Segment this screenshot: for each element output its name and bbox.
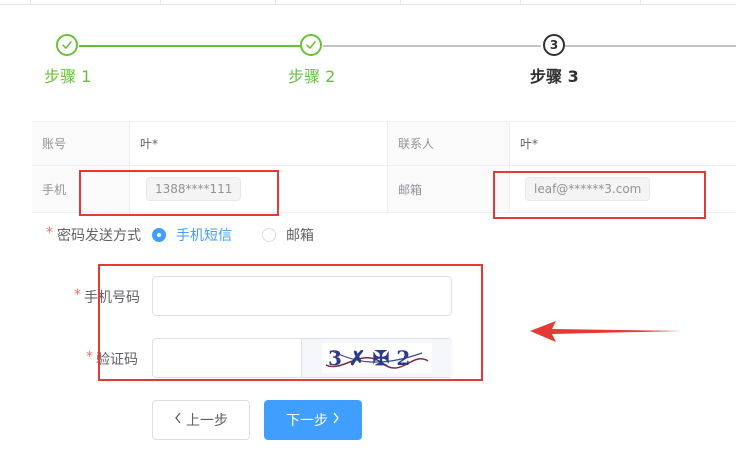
step-connector-2 (323, 45, 541, 47)
steps: 3 步骤 1 步骤 2 步骤 3 (0, 0, 736, 100)
annotation-box-email (493, 171, 706, 219)
email-label: 邮箱 (388, 166, 510, 213)
annotation-arrow-icon (530, 321, 682, 342)
chevron-right-icon (332, 412, 340, 428)
method-required-mark: * (46, 225, 53, 241)
account-label: 账号 (32, 122, 130, 166)
radio-email[interactable] (262, 228, 276, 242)
account-value: 叶* (130, 122, 388, 166)
radio-sms-label[interactable]: 手机短信 (176, 225, 232, 245)
step-2-check-icon (300, 34, 322, 56)
step-3-title: 步骤 3 (530, 67, 579, 86)
step-connector-3 (565, 45, 736, 47)
step-1-title: 步骤 1 (44, 67, 92, 86)
step-connector-1 (79, 45, 300, 47)
step-1-check-icon (56, 34, 78, 56)
prev-step-button[interactable]: 上一步 (152, 400, 250, 440)
contact-value: 叶* (510, 122, 736, 166)
chevron-left-icon (174, 412, 182, 428)
phone-required-mark: * (74, 287, 81, 303)
radio-sms[interactable] (152, 228, 166, 242)
annotation-box-form (98, 264, 483, 381)
prev-step-label: 上一步 (186, 413, 228, 429)
method-label: 密码发送方式 (57, 228, 141, 244)
annotation-box-phone (79, 170, 279, 216)
step-2-title: 步骤 2 (288, 67, 336, 86)
step-3-number: 3 (549, 38, 559, 52)
next-step-button[interactable]: 下一步 (264, 400, 362, 440)
radio-email-label[interactable]: 邮箱 (286, 225, 314, 245)
contact-label: 联系人 (388, 122, 510, 166)
next-step-label: 下一步 (286, 413, 328, 429)
captcha-required-mark: * (86, 349, 93, 365)
step-3-circle: 3 (543, 34, 565, 56)
